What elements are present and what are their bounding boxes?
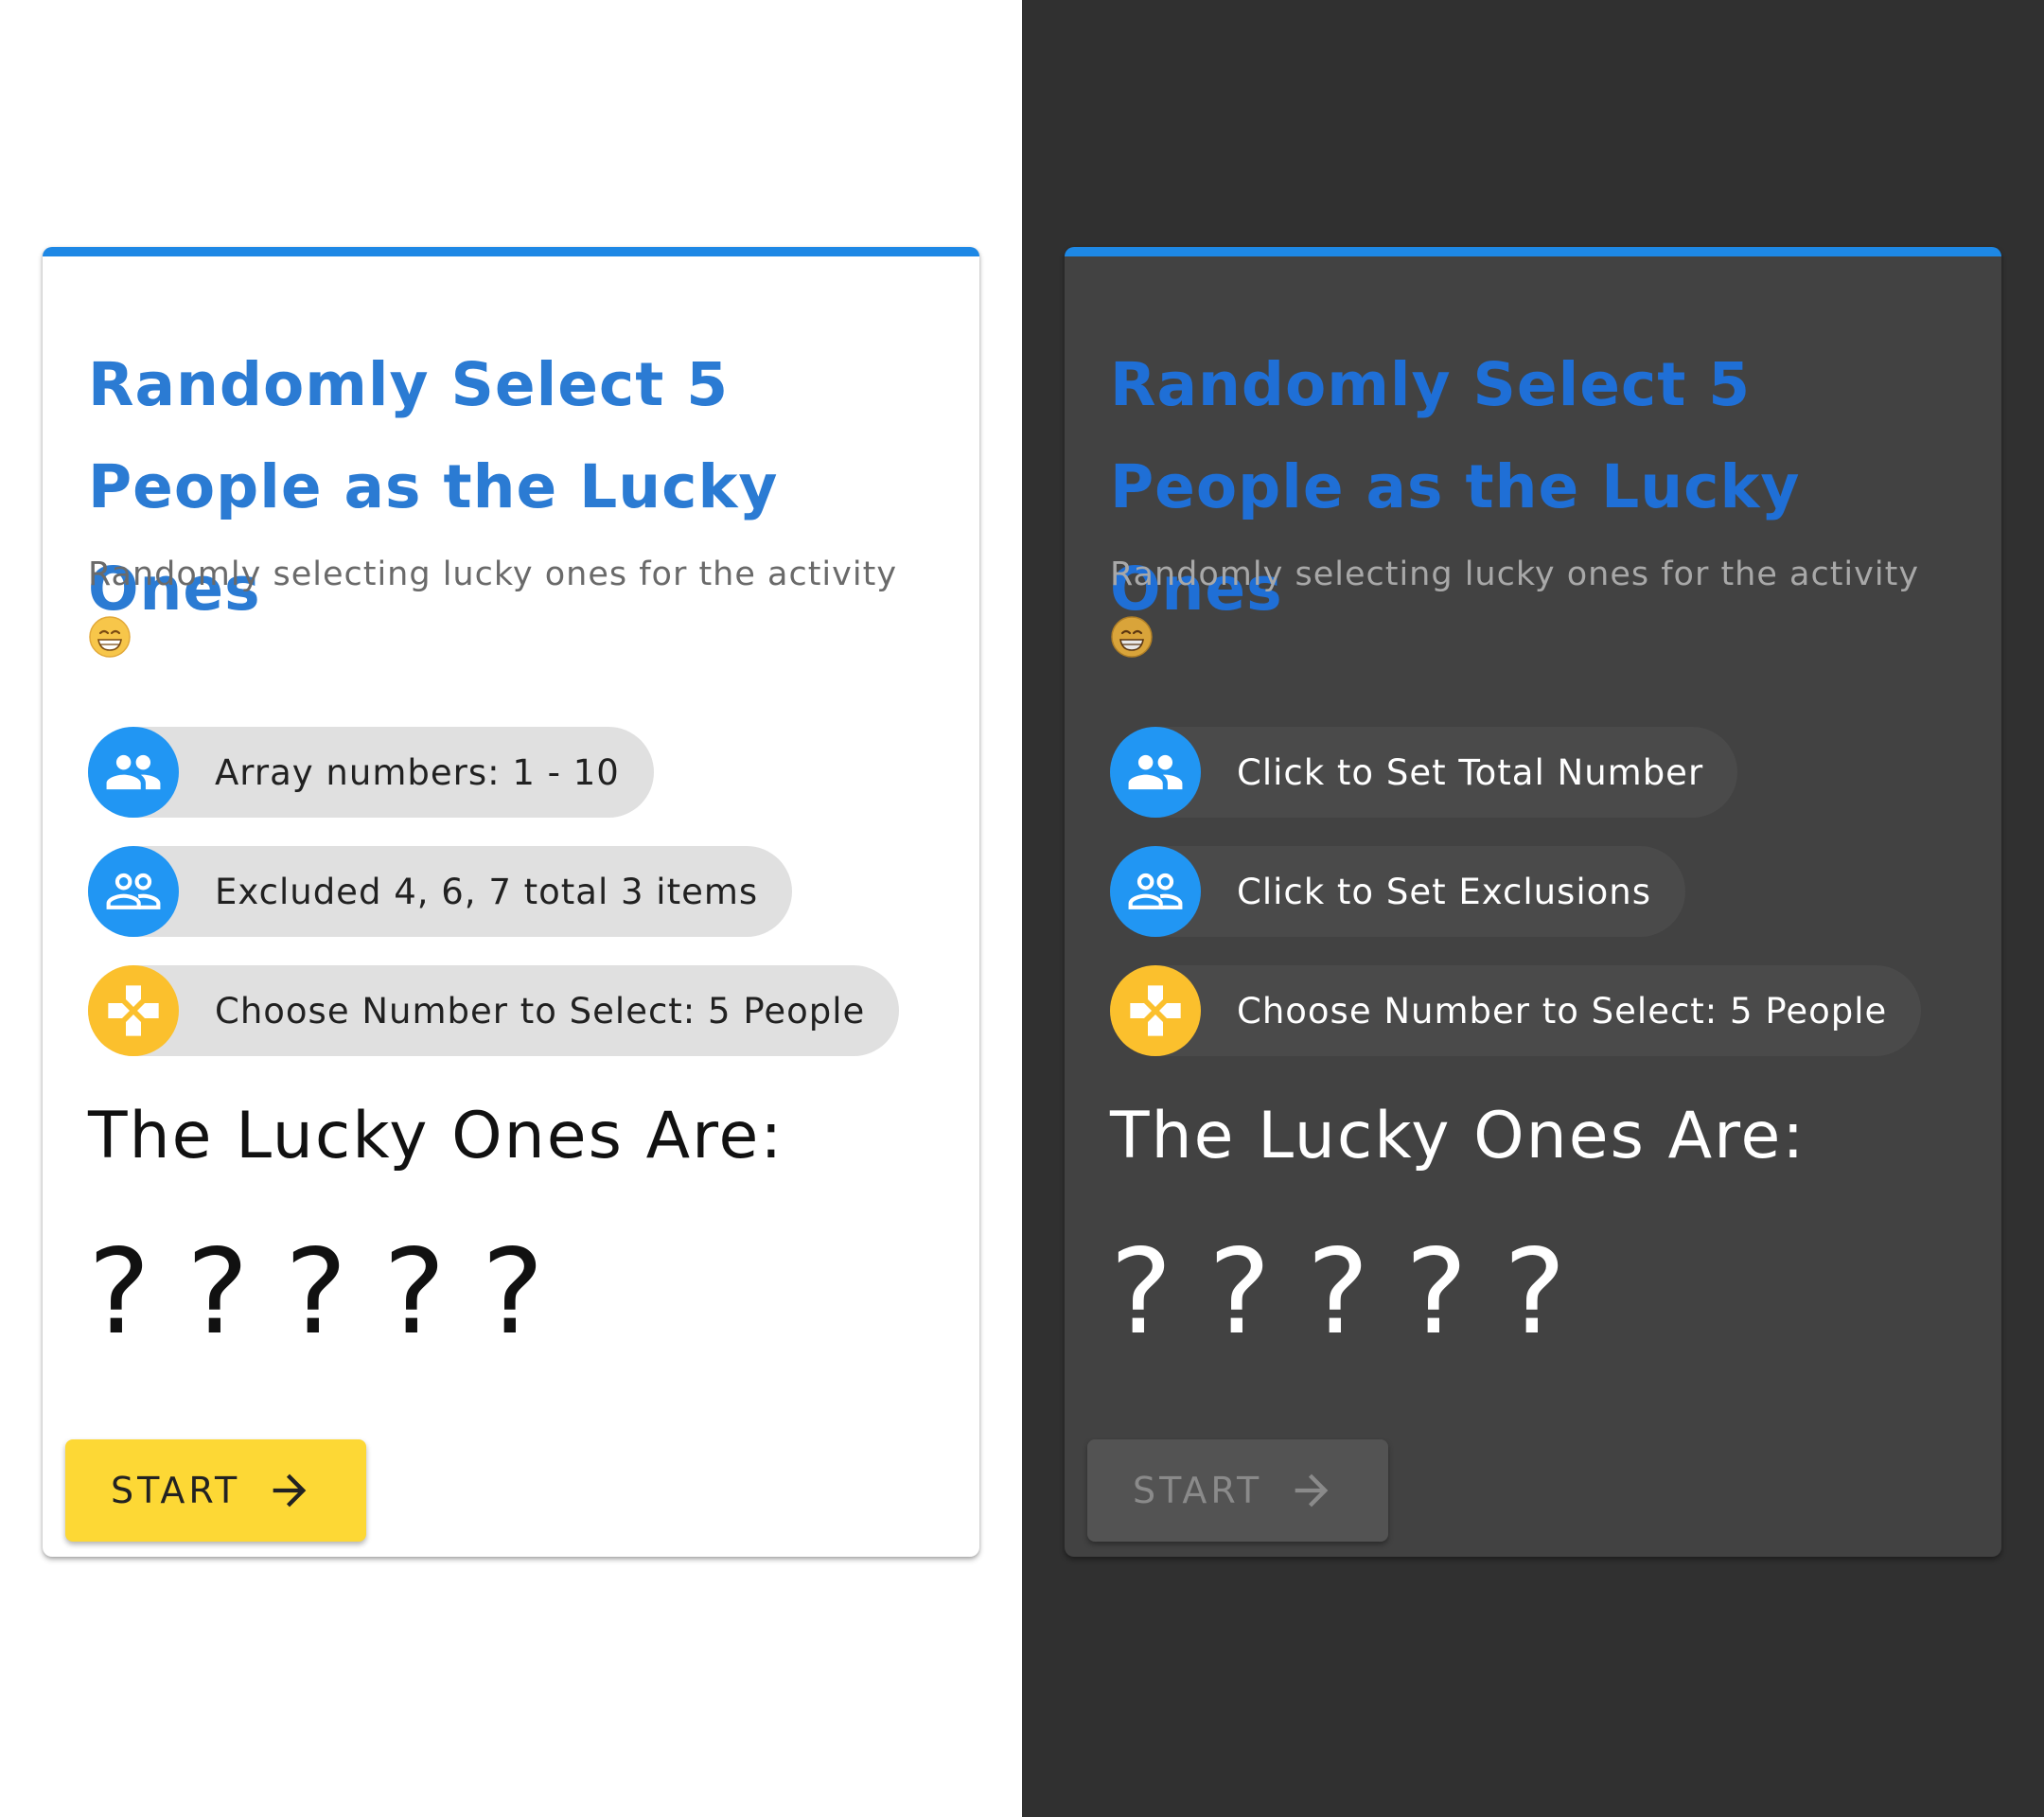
- arrow-right-icon: [1295, 1473, 1329, 1508]
- chip-label: Array numbers: 1 - 10: [215, 751, 620, 793]
- dark-theme-panel: Randomly Select 5 People as the Lucky On…: [1022, 0, 2044, 1817]
- set-exclusions-chip[interactable]: Excluded 4, 6, 7 total 3 items: [88, 846, 793, 937]
- chip-label: Choose Number to Select: 5 People: [1237, 990, 1888, 1032]
- result-slot: ?: [1504, 1225, 1566, 1361]
- group-outline-icon: [1110, 846, 1201, 937]
- start-button[interactable]: START: [65, 1439, 366, 1542]
- start-label: START: [1133, 1470, 1263, 1511]
- choose-number-chip[interactable]: Choose Number to Select: 5 People: [88, 965, 900, 1056]
- chip-label: Click to Set Exclusions: [1237, 871, 1651, 912]
- results-row: ? ? ? ? ?: [1110, 1222, 1602, 1364]
- result-slot: ?: [482, 1225, 544, 1361]
- results-row: ? ? ? ? ?: [88, 1222, 580, 1364]
- group-outline-icon: [88, 846, 179, 937]
- chip-label: Click to Set Total Number: [1237, 751, 1704, 793]
- subtitle-text: Randomly selecting lucky ones for the ac…: [88, 556, 898, 593]
- subtitle-text: Randomly selecting lucky ones for the ac…: [1110, 556, 1920, 593]
- light-theme-panel: Randomly Select 5 People as the Lucky On…: [0, 0, 1022, 1817]
- group-icon: [88, 727, 179, 818]
- grinning-face-icon: [89, 616, 131, 658]
- start-label: START: [111, 1470, 241, 1511]
- result-slot: ?: [1110, 1225, 1172, 1361]
- start-button[interactable]: START: [1087, 1439, 1388, 1542]
- gamepad-icon: [88, 965, 179, 1056]
- lucky-draw-card: Randomly Select 5 People as the Lucky On…: [1065, 247, 2001, 1557]
- result-slot: ?: [1307, 1225, 1369, 1361]
- result-slot: ?: [186, 1225, 249, 1361]
- lucky-ones-heading: The Lucky Ones Are:: [88, 1099, 784, 1173]
- card-subtitle: Randomly selecting lucky ones for the ac…: [88, 540, 959, 677]
- chip-label: Choose Number to Select: 5 People: [215, 990, 866, 1032]
- grinning-face-icon: [1111, 616, 1153, 658]
- result-slot: ?: [1405, 1225, 1468, 1361]
- chip-label: Excluded 4, 6, 7 total 3 items: [215, 871, 759, 912]
- result-slot: ?: [88, 1225, 150, 1361]
- lucky-ones-heading: The Lucky Ones Are:: [1110, 1099, 1806, 1173]
- result-slot: ?: [285, 1225, 347, 1361]
- gamepad-icon: [1110, 965, 1201, 1056]
- set-exclusions-chip[interactable]: Click to Set Exclusions: [1110, 846, 1685, 937]
- choose-number-chip[interactable]: Choose Number to Select: 5 People: [1110, 965, 1922, 1056]
- group-icon: [1110, 727, 1201, 818]
- result-slot: ?: [1208, 1225, 1271, 1361]
- card-subtitle: Randomly selecting lucky ones for the ac…: [1110, 540, 1981, 677]
- arrow-right-icon: [273, 1473, 307, 1508]
- lucky-draw-card: Randomly Select 5 People as the Lucky On…: [43, 247, 979, 1557]
- set-total-number-chip[interactable]: Click to Set Total Number: [1110, 727, 1738, 818]
- result-slot: ?: [383, 1225, 446, 1361]
- set-total-number-chip[interactable]: Array numbers: 1 - 10: [88, 727, 654, 818]
